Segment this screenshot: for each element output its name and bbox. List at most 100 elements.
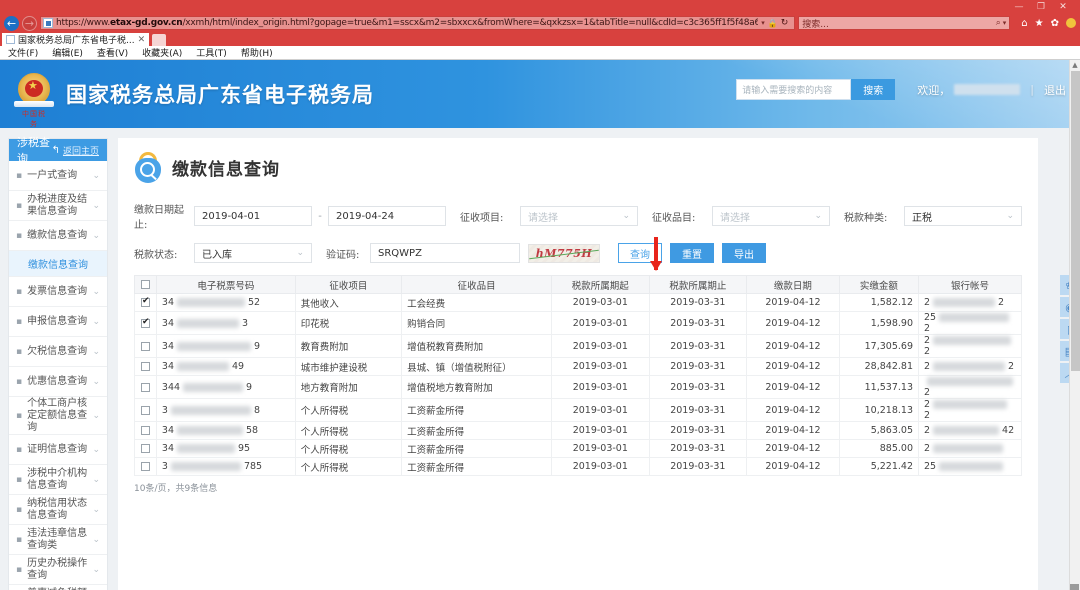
logout-link[interactable]: 退出	[1044, 82, 1066, 98]
row-checkbox[interactable]	[140, 405, 150, 415]
sidebar-item-declaration[interactable]: ▪ 申报信息查询 ⌄	[9, 307, 107, 337]
bullet-icon: ▪	[16, 444, 23, 455]
sidebar-item-progress[interactable]: ▪ 办税进度及结果信息查询 ⌄	[9, 191, 107, 221]
tax-kind-select[interactable]: 正税 ⌄	[904, 206, 1022, 226]
tab-close-icon[interactable]: ✕	[138, 35, 146, 45]
table-row[interactable]: 34 58 个人所得税 工资薪金所得 2019-03-01 2019-03-31 2019-…	[134, 421, 1022, 440]
date-from-input[interactable]: 2019-04-01	[194, 206, 312, 226]
bullet-icon: ▪	[16, 230, 23, 241]
back-icon[interactable]: ←	[4, 15, 19, 31]
item-select[interactable]: 请选择 ⌄	[712, 206, 830, 226]
sidebar-item-individual-business[interactable]: ▪ 个体工商户核定定额信息查询 ⌄	[9, 397, 107, 435]
sidebar-item-violations[interactable]: ▪ 违法违章信息查询类 ⌄	[9, 525, 107, 555]
refresh-icon[interactable]: ↻	[781, 18, 789, 28]
resize-grip[interactable]	[1070, 584, 1079, 590]
redacted-text	[177, 426, 243, 435]
table-row[interactable]: 34 95 个人所得税 工资薪金所得 2019-03-01 2019-03-31 2019-…	[134, 439, 1022, 458]
extension-icon[interactable]	[1066, 18, 1076, 28]
table-row[interactable]: 34 49 城市维护建设税 县城、镇（增值税附征） 2019-03-01 2019-03-…	[134, 357, 1022, 376]
sidebar-item-arrears[interactable]: ▪ 欠税信息查询 ⌄	[9, 337, 107, 367]
sidebar-back-home-link[interactable]: 返回主页	[63, 144, 99, 157]
sidebar-item-yihushi[interactable]: ▪ 一户式查询 ⌄	[9, 161, 107, 191]
select-all-checkbox[interactable]	[140, 280, 150, 289]
row-select-cell[interactable]	[134, 398, 157, 422]
url-dropdown-icon[interactable]: ▾	[761, 19, 765, 27]
date-to-input[interactable]: 2019-04-24	[328, 206, 446, 226]
browser-tab[interactable]: 国家税务总局广东省电子税... ✕	[2, 33, 150, 46]
browser-search-input[interactable]: 搜索... ⌕ ▾	[798, 16, 1011, 30]
cell-bank-account: 2 42	[918, 421, 1022, 440]
window-maximize-button[interactable]: ❐	[1030, 1, 1052, 13]
row-select-cell[interactable]	[134, 293, 157, 312]
row-checkbox[interactable]	[140, 444, 150, 453]
table-header-row: 电子税票号码 征收项目 征收品目 税款所属期起 税款所属期止 缴款日期 实缴金额…	[134, 275, 1022, 294]
row-checkbox[interactable]	[140, 462, 150, 471]
menu-tools[interactable]: 工具(T)	[196, 46, 227, 59]
home-icon[interactable]: ⌂	[1021, 18, 1027, 29]
window-minimize-button[interactable]: —	[1008, 1, 1030, 13]
row-checkbox[interactable]	[140, 296, 150, 307]
captcha-image[interactable]: hM775H	[528, 243, 600, 263]
page-scrollbar[interactable]: ▲ ▼	[1069, 60, 1080, 590]
site-search-button[interactable]: 搜索	[851, 79, 896, 100]
sidebar-item-certificate[interactable]: ▪ 证明信息查询 ⌄	[9, 435, 107, 465]
sidebar-item-agency[interactable]: ▪ 涉税中介机构信息查询 ⌄	[9, 465, 107, 495]
cell-bank-account: 2	[918, 439, 1022, 458]
settings-gear-icon[interactable]: ✿	[1051, 18, 1059, 29]
row-select-cell[interactable]	[134, 334, 157, 358]
row-select-cell[interactable]	[134, 421, 157, 440]
reset-button[interactable]: 重置	[670, 243, 714, 263]
forward-icon[interactable]: →	[22, 15, 37, 31]
new-tab-button[interactable]	[152, 34, 167, 46]
cell-project: 城市维护建设税	[294, 357, 403, 376]
row-select-cell[interactable]	[134, 439, 157, 458]
row-select-cell[interactable]	[134, 311, 157, 335]
captcha-input[interactable]: SRQWPZ	[370, 243, 520, 263]
scroll-up-icon[interactable]: ▲	[1070, 60, 1080, 71]
table-row[interactable]: 3452其他收入工会经费2019-03-012019-03-312019-04-…	[134, 293, 1022, 312]
sidebar-item-history[interactable]: ▪ 历史办税操作查询 ⌄	[9, 555, 107, 585]
address-bar[interactable]: https://www.etax-gd.gov.cn/xxmh/html/ind…	[40, 16, 796, 30]
menu-file[interactable]: 文件(F)	[8, 46, 38, 59]
project-select[interactable]: 请选择 ⌄	[520, 206, 638, 226]
chevron-down-icon: ⌄	[92, 316, 100, 327]
url-text: https://www.etax-gd.gov.cn/xxmh/html/ind…	[56, 18, 758, 28]
row-checkbox[interactable]	[140, 317, 150, 328]
table-row[interactable]: 3 785 个人所得税 工资薪金所得 2019-03-01 2019-03-31 2019-…	[134, 457, 1022, 476]
sidebar-subitem-payment-query[interactable]: 缴款信息查询	[9, 251, 107, 277]
menu-view[interactable]: 查看(V)	[97, 46, 128, 59]
search-dropdown-icon[interactable]: ▾	[1003, 19, 1007, 27]
row-select-cell[interactable]	[134, 375, 157, 399]
favorites-icon[interactable]: ★	[1035, 18, 1044, 29]
site-search-input[interactable]: 请输入需要搜索的内容	[736, 79, 852, 100]
table-row[interactable]: 3 8 个人所得税 工资薪金所得 2019-03-01 2019-03-31 2019-04…	[134, 398, 1022, 422]
cell-item: 工资薪金所得	[401, 457, 553, 476]
window-close-button[interactable]: ✕	[1052, 1, 1074, 13]
row-select-cell[interactable]	[134, 457, 157, 476]
select-all-header[interactable]	[134, 275, 157, 294]
sidebar-item-invoice[interactable]: ▪ 发票信息查询 ⌄	[9, 277, 107, 307]
sidebar-item-exemption[interactable]: ▪ 普惠减免税额明细查询 ⌄	[9, 585, 107, 590]
table-row[interactable]: 34 9 教育费附加 增值税教育费附加 2019-03-01 2019-03-31 2019…	[134, 334, 1022, 358]
row-checkbox[interactable]	[140, 426, 150, 435]
row-checkbox[interactable]	[140, 362, 150, 371]
row-checkbox[interactable]	[140, 382, 150, 392]
menu-help[interactable]: 帮助(H)	[241, 46, 273, 59]
item-label: 征收品目:	[652, 212, 696, 224]
scrollbar-thumb[interactable]	[1071, 71, 1080, 371]
row-select-cell[interactable]	[134, 357, 157, 376]
table-row[interactable]: 344 9 地方教育附加 增值税地方教育附加 2019-03-01 2019-03-31 2…	[134, 375, 1022, 399]
export-button[interactable]: 导出	[722, 243, 766, 263]
sidebar-item-payment[interactable]: ▪ 缴款信息查询 ⌄	[9, 221, 107, 251]
chevron-down-icon: ⌄	[92, 564, 100, 575]
sidebar-item-credit-status[interactable]: ▪ 纳税信用状态信息查询 ⌄	[9, 495, 107, 525]
tax-status-select[interactable]: 已入库 ⌄	[194, 243, 312, 263]
menu-favorites[interactable]: 收藏夹(A)	[142, 46, 182, 59]
sidebar-item-preferential[interactable]: ▪ 优惠信息查询 ⌄	[9, 367, 107, 397]
menu-edit[interactable]: 编辑(E)	[52, 46, 83, 59]
cell-ticket-no: 38	[155, 398, 296, 422]
row-checkbox[interactable]	[140, 341, 150, 351]
chevron-down-icon: ⌄	[622, 211, 630, 221]
cell-item: 增值税教育费附加	[401, 334, 553, 358]
table-row[interactable]: 343印花税购销合同2019-03-012019-03-312019-04-12…	[134, 311, 1022, 335]
